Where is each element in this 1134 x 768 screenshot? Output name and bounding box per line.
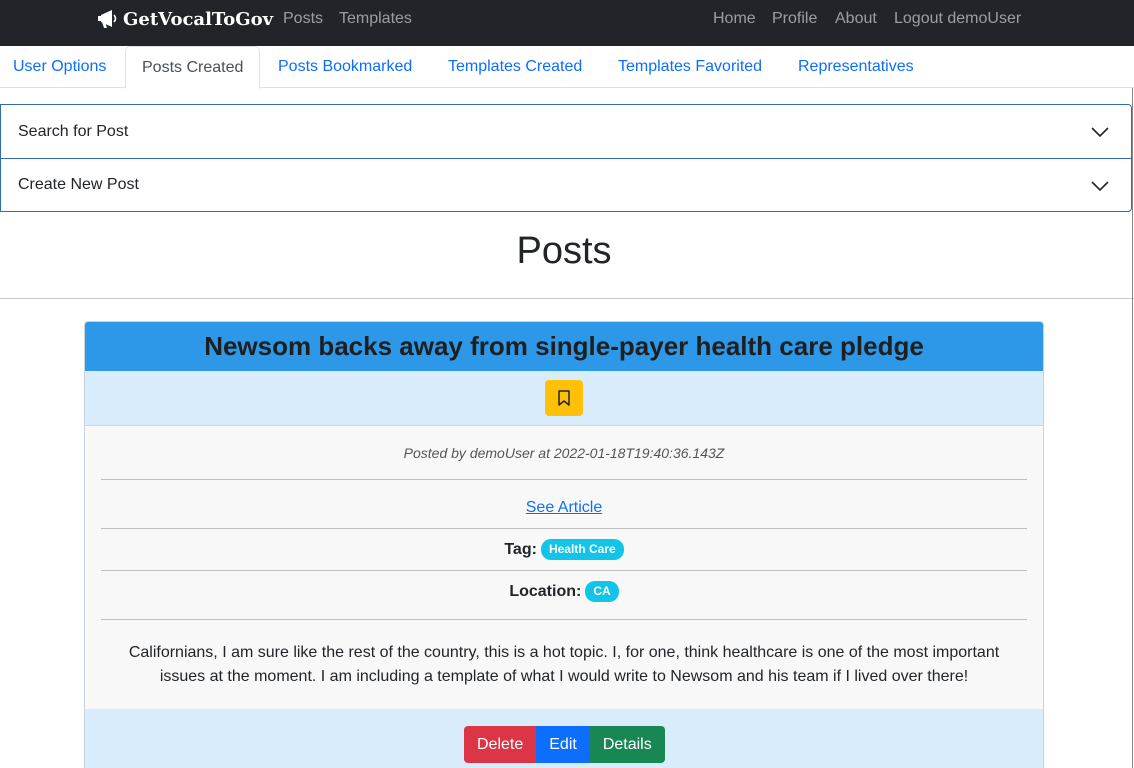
accordion-create-new-post[interactable]: Create New Post xyxy=(1,158,1131,211)
nav-link-home[interactable]: Home xyxy=(713,9,756,29)
page-title: Posts xyxy=(516,230,612,272)
divider xyxy=(101,528,1027,529)
tab-user-options[interactable]: User Options xyxy=(0,46,122,88)
delete-button[interactable]: Delete xyxy=(464,726,537,763)
tag-badge: Health Care xyxy=(540,539,624,560)
bookmark-row xyxy=(85,371,1043,426)
window-edge xyxy=(1132,88,1133,768)
nav-link-profile[interactable]: Profile xyxy=(772,9,817,29)
chevron-down-icon xyxy=(1091,181,1109,192)
accordion: Search for Post Create New Post xyxy=(0,104,1132,212)
location-badge: CA xyxy=(585,581,619,602)
section-divider xyxy=(0,298,1134,299)
tab-posts-created[interactable]: Posts Created xyxy=(125,46,261,89)
divider xyxy=(101,619,1027,620)
profile-tabs: User Options Posts Created Posts Bookmar… xyxy=(0,46,1134,89)
top-navbar: GetVocalToGov Posts Templates Home Profi… xyxy=(0,0,1134,46)
post-body: Californians, I am sure like the rest of… xyxy=(128,644,1000,685)
nav-link-templates[interactable]: Templates xyxy=(339,9,412,29)
bookmark-icon xyxy=(558,390,570,406)
tag-label: Tag: xyxy=(504,540,537,558)
divider xyxy=(101,570,1027,571)
divider xyxy=(101,479,1027,480)
location-label: Location: xyxy=(509,582,582,600)
nav-link-logout[interactable]: Logout demoUser xyxy=(894,9,1021,29)
action-button-group: Delete Edit Details xyxy=(464,726,665,763)
post-card: Newsom backs away from single-payer heal… xyxy=(84,321,1044,768)
location-row: Location: CA xyxy=(85,581,1043,602)
tag-row: Tag: Health Care xyxy=(85,539,1043,560)
tab-templates-favorited[interactable]: Templates Favorited xyxy=(602,46,778,88)
bookmark-button[interactable] xyxy=(545,380,583,416)
accordion-search-for-post[interactable]: Search for Post xyxy=(1,105,1131,158)
card-footer: Delete Edit Details xyxy=(85,709,1043,768)
brand-link[interactable]: GetVocalToGov xyxy=(96,7,273,31)
edit-button[interactable]: Edit xyxy=(536,726,590,763)
chevron-down-icon xyxy=(1091,127,1109,138)
brand-name: GetVocalToGov xyxy=(123,8,274,30)
post-meta: Posted by demoUser at 2022-01-18T19:40:3… xyxy=(403,445,725,461)
post-title: Newsom backs away from single-payer heal… xyxy=(85,322,1043,371)
tab-posts-bookmarked[interactable]: Posts Bookmarked xyxy=(262,46,428,88)
nav-link-posts[interactable]: Posts xyxy=(283,9,323,29)
nav-link-about[interactable]: About xyxy=(835,9,877,29)
accordion-label: Search for Post xyxy=(18,122,129,140)
megaphone-icon xyxy=(98,10,117,28)
tab-representatives[interactable]: Representatives xyxy=(782,46,930,88)
accordion-label: Create New Post xyxy=(18,176,139,193)
see-article-link[interactable]: See Article xyxy=(85,499,1043,517)
tab-templates-created[interactable]: Templates Created xyxy=(432,46,598,88)
details-button[interactable]: Details xyxy=(589,726,665,763)
